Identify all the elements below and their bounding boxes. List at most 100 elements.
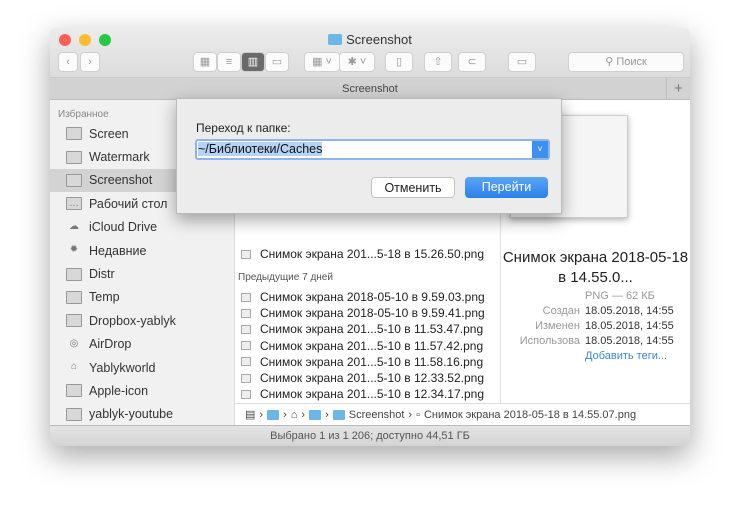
icon-view-button[interactable]: ▦	[193, 52, 217, 72]
file-name: Снимок экрана 201...5-10 в 11.53.47.png	[260, 322, 484, 337]
sidebar-item-label: iCloud Drive	[89, 220, 158, 235]
used-value: 18.05.2018, 14:55	[585, 335, 674, 347]
folder-icon	[66, 384, 82, 398]
folder-icon	[66, 290, 82, 304]
search-input[interactable]: ⚲ Поиск	[568, 52, 684, 72]
sidebar-item-label: AirDrop	[89, 337, 132, 352]
chevron-down-icon[interactable]: ˅	[532, 141, 548, 158]
sidebar-item-label: Недавние	[89, 243, 147, 258]
users-folder-icon[interactable]	[267, 409, 280, 420]
window-title: Screenshot	[50, 32, 690, 47]
sidebar-item[interactable]: ✹ Недавние	[50, 239, 234, 262]
back-button[interactable]: ‹	[58, 52, 78, 72]
sidebar-item-label: yablyk-youtube	[89, 407, 174, 422]
preview-kind: PNG — 62 КБ	[585, 290, 655, 302]
file-name: Снимок экрана 201...5-10 в 12.33.52.png	[260, 371, 485, 385]
toolbar: Screenshot ‹ › ▦ ≡ ▥ ▭ ▦ ˅ ✱ ˅ ▯ ⇧ ⊂ ▭ ⚲…	[50, 28, 690, 78]
path-file[interactable]: Снимок экрана 2018-05-18 в 14.55.07.png	[424, 409, 636, 421]
add-tags-link[interactable]: Добавить теги...	[585, 350, 667, 362]
file-name: Снимок экрана 201...5-10 в 12.34.17.png	[260, 387, 485, 402]
trash-icon[interactable]: ▯	[385, 52, 413, 72]
gallery-view-button[interactable]: ▭	[265, 52, 289, 72]
sidebar-item-label: Рабочий стол	[89, 196, 168, 211]
file-icon	[241, 389, 251, 399]
forward-button[interactable]: ›	[80, 52, 100, 72]
file-name: Снимок экрана 201...5-18 в 15.26.50.png	[260, 247, 485, 261]
folder-icon	[66, 314, 82, 328]
file-icon	[241, 308, 251, 318]
file-icon: ▫	[416, 408, 420, 421]
file-name: Снимок экрана 201...5-10 в 11.58.16.png	[260, 354, 484, 369]
sidebar-item[interactable]: ◎ AirDrop	[50, 333, 234, 356]
sidebar-item-label: Dropbox-yablyk	[89, 313, 176, 328]
sidebar-item[interactable]: ☁ iCloud Drive	[50, 216, 234, 239]
file-icon	[241, 357, 251, 367]
folder-path-input[interactable]: ~/Библиотеки/Caches ˅	[195, 139, 550, 160]
file-row[interactable]: Снимок экрана 2018-05-10 в 9.59.03.png	[241, 290, 485, 304]
file-row[interactable]: Снимок экрана 201...5-10 в 11.57.42.png	[241, 339, 483, 353]
modified-value: 18.05.2018, 14:55	[585, 320, 674, 332]
cancel-button[interactable]: Отменить	[371, 177, 455, 198]
folder-icon	[66, 150, 82, 164]
sidebar-item-label: Temp	[89, 290, 120, 305]
sidebar-item-label: Apple-icon	[89, 383, 149, 398]
file-row[interactable]: Снимок экрана 201...5-10 в 12.33.52.png	[241, 371, 484, 385]
sidebar-item[interactable]: Dropbox-yablyk	[50, 309, 234, 332]
dialog-label: Переход к папке:	[196, 121, 291, 135]
sidebar-item[interactable]: Apple-icon	[50, 379, 234, 402]
file-row[interactable]: Снимок экрана 2018-05-10 в 9.59.41.png	[241, 306, 485, 320]
file-icon	[241, 324, 251, 334]
modified-label: Изменен	[535, 320, 580, 332]
sidebar-item-label: Screenshot	[89, 173, 153, 188]
airdrop-icon: ◎	[69, 337, 79, 349]
status-bar: Выбрано 1 из 1 206; доступно 44,51 ГБ	[50, 425, 690, 446]
finder-window: Screenshot ‹ › ▦ ≡ ▥ ▭ ▦ ˅ ✱ ˅ ▯ ⇧ ⊂ ▭ ⚲…	[50, 28, 690, 446]
folder-icon	[66, 267, 82, 281]
file-row[interactable]: Снимок экрана 201...5-18 в 15.26.50.png	[241, 247, 484, 261]
folder-icon	[66, 127, 82, 141]
folder-icon	[66, 173, 82, 187]
sidebar-item[interactable]: ⌂ Yablykworld	[50, 356, 234, 379]
home-icon[interactable]: ⌂	[291, 409, 298, 421]
go-button[interactable]: Перейти	[465, 177, 548, 198]
folder-icon	[332, 409, 345, 420]
home-icon: ⌂	[70, 361, 78, 373]
tag-icon[interactable]: ⊂	[458, 52, 486, 72]
cloud-icon: ☁	[69, 220, 79, 232]
new-folder-icon[interactable]: ▭	[508, 52, 536, 72]
arrange-button[interactable]: ▦ ˅	[304, 52, 340, 72]
go-to-folder-dialog: Переход к папке: ~/Библиотеки/Caches ˅ От…	[176, 98, 562, 214]
file-icon	[241, 373, 251, 383]
tab-screenshot[interactable]: Screenshot +	[50, 78, 690, 100]
share-icon[interactable]: ⇧	[424, 52, 452, 72]
sidebar-item-label: Watermark	[89, 150, 150, 165]
sidebar-item-label: Yablykworld	[89, 360, 156, 375]
new-tab-button[interactable]: +	[666, 78, 690, 100]
path-folder[interactable]: Screenshot	[349, 409, 405, 421]
file-name: Снимок экрана 2018-05-10 в 9.59.03.png	[260, 290, 485, 304]
file-icon	[241, 292, 251, 302]
file-row[interactable]: Снимок экрана 201...5-10 в 11.53.47.png	[241, 322, 483, 336]
gear-icon: ✹	[69, 244, 79, 256]
file-name: Снимок экрана 2018-05-10 в 9.59.41.png	[260, 306, 485, 321]
file-icon	[241, 249, 251, 259]
created-value: 18.05.2018, 14:55	[585, 305, 674, 317]
used-label: Использова	[519, 335, 580, 347]
disk-icon[interactable]: ▤	[245, 408, 255, 421]
file-row[interactable]: Снимок экрана 201...5-10 в 11.58.16.png	[241, 355, 483, 369]
file-name: Снимок экрана 201...5-10 в 11.57.42.png	[260, 338, 484, 353]
sidebar-item-label: Distr	[89, 267, 115, 282]
folder-icon	[328, 34, 343, 45]
desktop-icon: …	[66, 197, 82, 211]
sidebar-item[interactable]: Temp	[50, 286, 234, 309]
sidebar-item[interactable]: Distr	[50, 262, 234, 285]
gear-icon[interactable]: ✱ ˅	[339, 52, 375, 72]
preview-filename: Снимок экрана 2018-05-18 в 14.55.0...	[502, 249, 689, 286]
list-view-button[interactable]: ≡	[217, 52, 241, 72]
folder-icon[interactable]	[309, 409, 322, 420]
path-bar: ▤ › › ⌂ › › Screenshot › ▫ Снимок экрана 2018-05-…	[235, 403, 690, 425]
sidebar-item[interactable]: yablyk-youtube	[50, 403, 234, 426]
column-view-button[interactable]: ▥	[241, 52, 265, 72]
folder-icon	[66, 407, 82, 421]
file-row[interactable]: Снимок экрана 201...5-10 в 12.34.17.png	[241, 387, 484, 401]
